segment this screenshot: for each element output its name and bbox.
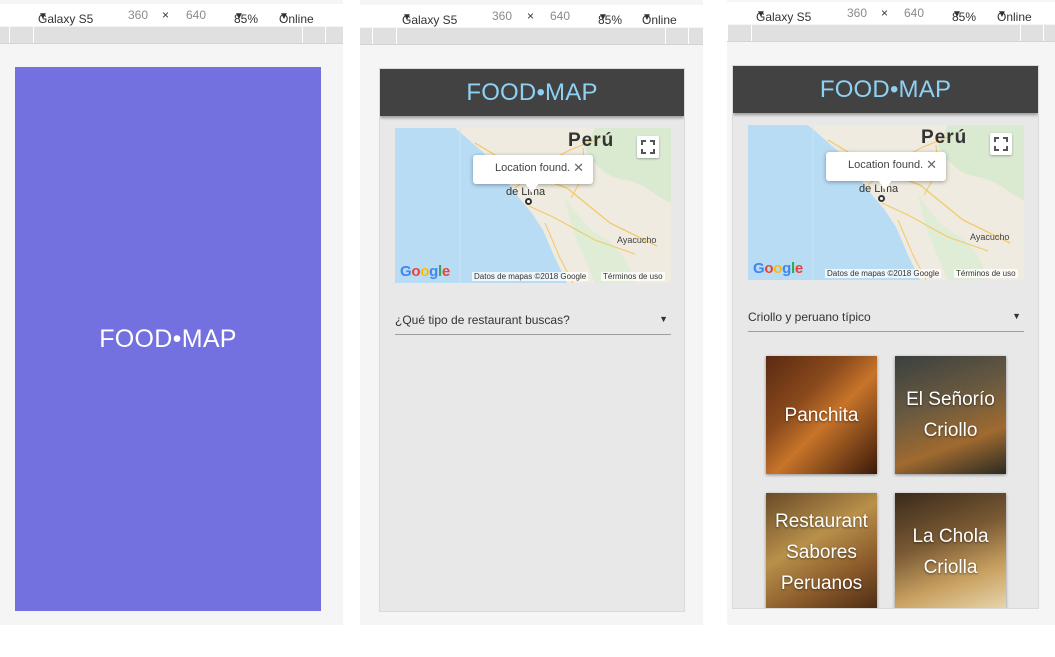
- device-select[interactable]: Galaxy S5 ▼: [38, 8, 93, 26]
- app-header: FOOD•MAP: [380, 69, 684, 116]
- popup-text: Location found.: [848, 159, 924, 171]
- device-select[interactable]: Galaxy S5 ▼: [402, 9, 457, 27]
- city-label: Ayacucho: [970, 232, 1010, 242]
- width-field[interactable]: 360: [847, 6, 867, 20]
- emulator-panel-results: Galaxy S5 ▼ 360 × 640 85% ▼ Online ▼ FOO…: [727, 0, 1055, 625]
- google-logo-letter: o: [773, 260, 783, 277]
- select-value: Criollo y peruano típico: [748, 310, 871, 324]
- media-query-bar[interactable]: [360, 28, 703, 45]
- google-logo-letter: e: [441, 263, 450, 280]
- country-label: Perú: [921, 127, 968, 148]
- splash-screen: FOOD•MAP: [15, 67, 321, 611]
- app-screen-search: FOOD•MAP Perú Ayacucho de Lima Location …: [379, 68, 685, 612]
- splash-logo: FOOD•MAP: [99, 325, 237, 353]
- media-query-bar[interactable]: [727, 25, 1055, 42]
- fullscreen-button[interactable]: [637, 136, 659, 158]
- fullscreen-button[interactable]: [990, 133, 1012, 155]
- network-select[interactable]: Online ▼: [997, 6, 1032, 24]
- terms-link[interactable]: Términos de uso: [601, 272, 665, 281]
- restaurant-card-la-chola-criolla[interactable]: La Chola Criolla: [895, 493, 1006, 608]
- fullscreen-icon: [641, 140, 655, 154]
- restaurant-card-panchita[interactable]: Panchita: [766, 356, 877, 474]
- emulator-panel-splash: Galaxy S5 ▼ 360 × 640 85% ▼ Online ▼ FOO…: [0, 0, 343, 625]
- zoom-select[interactable]: 85% ▼: [952, 6, 976, 24]
- fullscreen-icon: [994, 137, 1008, 151]
- restaurant-name: Panchita: [784, 404, 859, 426]
- location-popup: Location found. ✕: [826, 152, 946, 190]
- map-view[interactable]: Perú Ayacucho de Lima Location found. ✕ …: [395, 128, 671, 283]
- restaurant-card-sabores-peruanos[interactable]: Restaurant Sabores Peruanos: [766, 493, 877, 608]
- device-select[interactable]: Galaxy S5 ▼: [756, 6, 811, 24]
- restaurant-name: Restaurant Sabores Peruanos: [775, 510, 868, 594]
- map-attribution: Datos de mapas ©2018 Google: [472, 272, 589, 281]
- google-logo-letter: o: [420, 263, 430, 280]
- google-logo-letter: e: [794, 260, 803, 277]
- restaurant-name: El Señorío Criollo: [906, 389, 995, 441]
- google-logo-letter: G: [753, 260, 765, 277]
- map-view[interactable]: Perú Ayacucho de Lima Location found. ✕ …: [748, 125, 1024, 280]
- close-icon[interactable]: ✕: [926, 157, 937, 173]
- popup-text: Location found.: [495, 162, 571, 174]
- width-field[interactable]: 360: [492, 9, 512, 23]
- restaurant-type-select[interactable]: ¿Qué tipo de restaurant buscas? ▼: [395, 305, 671, 335]
- emulator-panel-map: Galaxy S5 ▼ 360 × 640 85% ▼ Online ▼ FOO…: [360, 0, 703, 625]
- popup-tail: [525, 183, 539, 193]
- google-logo-letter: o: [764, 260, 774, 277]
- network-select[interactable]: Online ▼: [642, 9, 677, 27]
- height-field[interactable]: 640: [186, 8, 206, 22]
- restaurant-name: La Chola Criolla: [912, 526, 989, 578]
- google-logo[interactable]: Google: [753, 260, 803, 277]
- device-toolbar: Galaxy S5 ▼ 360 × 640 85% ▼ Online ▼: [727, 2, 1055, 24]
- google-logo-letter: g: [782, 260, 791, 277]
- restaurant-type-select[interactable]: Criollo y peruano típico ▼: [748, 302, 1024, 332]
- app-title: FOOD•MAP: [466, 79, 598, 106]
- app-title: FOOD•MAP: [819, 76, 952, 103]
- select-placeholder: ¿Qué tipo de restaurant buscas?: [395, 313, 570, 327]
- map-pin-icon: [878, 195, 885, 202]
- media-query-bar[interactable]: [0, 27, 343, 44]
- network-select[interactable]: Online ▼: [279, 8, 314, 26]
- times-sign: ×: [527, 9, 535, 23]
- height-field[interactable]: 640: [550, 9, 570, 23]
- height-field[interactable]: 640: [904, 6, 924, 20]
- country-label: Perú: [568, 130, 615, 151]
- app-header: FOOD•MAP: [733, 66, 1038, 113]
- city-label: Ayacucho: [617, 235, 657, 245]
- terms-link[interactable]: Términos de uso: [954, 269, 1018, 278]
- width-field[interactable]: 360: [128, 8, 148, 22]
- location-popup: Location found. ✕: [473, 155, 593, 193]
- dropdown-arrow-icon: ▼: [659, 314, 668, 324]
- popup-tail: [878, 180, 892, 190]
- close-icon[interactable]: ✕: [573, 160, 584, 176]
- map-terrain: [808, 125, 1024, 280]
- map-terrain: [455, 128, 671, 283]
- google-logo-letter: G: [400, 263, 412, 280]
- restaurant-card-el-senorio-criollo[interactable]: El Señorío Criollo: [895, 356, 1006, 474]
- zoom-select[interactable]: 85% ▼: [234, 8, 258, 26]
- dropdown-arrow-icon: ▼: [1012, 311, 1021, 321]
- google-logo[interactable]: Google: [400, 263, 450, 280]
- app-screen-results: FOOD•MAP Perú Ayacucho de Lima Location …: [732, 65, 1039, 609]
- google-logo-letter: g: [429, 263, 438, 280]
- device-toolbar: Galaxy S5 ▼ 360 × 640 85% ▼ Online ▼: [360, 5, 703, 27]
- device-toolbar: Galaxy S5 ▼ 360 × 640 85% ▼ Online ▼: [0, 4, 343, 26]
- times-sign: ×: [881, 6, 889, 20]
- times-sign: ×: [162, 8, 170, 22]
- map-attribution: Datos de mapas ©2018 Google: [825, 269, 942, 278]
- map-pin-icon: [525, 198, 532, 205]
- google-logo-letter: o: [411, 263, 421, 280]
- zoom-select[interactable]: 85% ▼: [598, 9, 622, 27]
